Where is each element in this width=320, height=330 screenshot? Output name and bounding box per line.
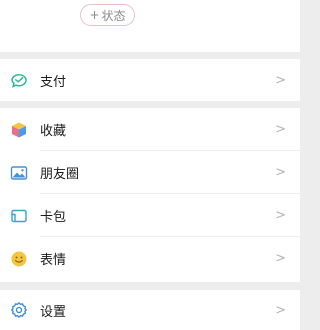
menu-group-payment: 支付 > bbox=[0, 59, 300, 101]
menu-item-label: 卡包 bbox=[40, 210, 67, 225]
menu-item-label: 收藏 bbox=[40, 124, 67, 139]
menu-item-label: 表情 bbox=[40, 253, 67, 268]
settings-icon bbox=[10, 301, 28, 319]
menu-item-cards[interactable]: 卡包 > bbox=[0, 194, 300, 237]
menu-item-stickers[interactable]: 表情 > bbox=[0, 237, 300, 280]
add-status-button[interactable]: + 状态 bbox=[80, 4, 135, 26]
chevron-right-icon: > bbox=[275, 165, 286, 180]
chevron-right-icon: > bbox=[275, 251, 286, 266]
menu-item-payment[interactable]: 支付 > bbox=[0, 59, 300, 101]
payment-icon bbox=[10, 71, 28, 89]
chevron-right-icon: > bbox=[275, 72, 286, 88]
menu-item-label: 朋友圈 bbox=[40, 167, 80, 182]
menu-item-label: 设置 bbox=[40, 304, 67, 320]
moments-icon bbox=[10, 164, 28, 182]
menu-item-moments[interactable]: 朋友圈 > bbox=[0, 151, 300, 194]
chevron-right-icon: > bbox=[275, 208, 286, 223]
stickers-icon bbox=[10, 250, 28, 268]
menu-item-favorites[interactable]: 收藏 > bbox=[0, 108, 300, 151]
menu-group-settings: 设置 > bbox=[0, 290, 300, 330]
profile-header: + 状态 bbox=[0, 0, 300, 52]
chevron-right-icon: > bbox=[275, 302, 286, 318]
menu-item-settings[interactable]: 设置 > bbox=[0, 290, 300, 330]
status-label: 状态 bbox=[101, 8, 126, 23]
menu-item-label: 支付 bbox=[40, 74, 67, 90]
menu-group-main: 收藏 > 朋友圈 > 卡包 > 表情 > bbox=[0, 108, 300, 282]
cards-icon bbox=[10, 207, 28, 225]
chevron-right-icon: > bbox=[275, 122, 286, 137]
plus-icon: + bbox=[89, 8, 100, 22]
favorites-icon bbox=[10, 121, 28, 139]
